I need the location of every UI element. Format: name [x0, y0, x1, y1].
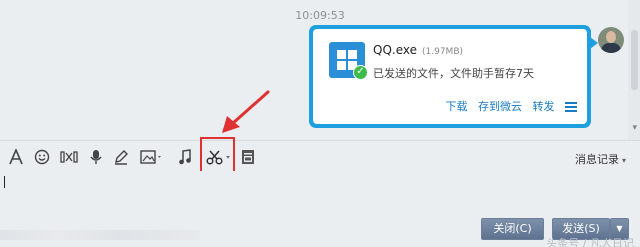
- scissors-highlight-box: [200, 137, 235, 174]
- scrollbar[interactable]: ▾: [628, 0, 640, 140]
- message-timestamp: 10:09:53: [295, 9, 345, 22]
- save-to-cloud-link[interactable]: 存到微云: [478, 100, 522, 113]
- file-name-text: QQ.exe: [373, 43, 417, 57]
- more-menu-icon[interactable]: [565, 100, 577, 114]
- message-history-button[interactable]: 消息记录 ▾: [575, 151, 626, 167]
- input-toolbar: 消息记录 ▾: [0, 141, 640, 171]
- scroll-down-icon[interactable]: ▾: [632, 124, 637, 133]
- forward-link[interactable]: 转发: [533, 100, 555, 113]
- image-icon[interactable]: [140, 149, 164, 165]
- file-size: (1.97MB): [422, 47, 464, 57]
- scrollbar-thumb[interactable]: [631, 30, 638, 90]
- avatar[interactable]: [598, 27, 624, 53]
- emoji-icon[interactable]: [34, 149, 50, 165]
- chevron-down-icon: ▾: [621, 156, 626, 165]
- check-icon: ✓: [353, 65, 368, 80]
- chat-message-area: 10:09:53 ✓ QQ.exe (1.97MB) 已发送的文件，文件助手暂存7…: [0, 0, 640, 140]
- pen-icon[interactable]: [113, 149, 129, 165]
- download-link[interactable]: 下载: [446, 100, 468, 113]
- watermark: 头条号 / 凡人日记: [546, 237, 634, 247]
- file-actions: 下载 存到微云 转发: [439, 98, 577, 114]
- video-clip-icon[interactable]: [60, 149, 78, 165]
- text-cursor: [4, 176, 5, 188]
- close-button[interactable]: 关闭(C): [481, 218, 544, 240]
- blurred-region: [0, 230, 200, 240]
- file-message-bubble[interactable]: ✓ QQ.exe (1.97MB) 已发送的文件，文件助手暂存7天 下载 存到微云…: [309, 25, 598, 128]
- file-name: QQ.exe (1.97MB): [373, 43, 463, 57]
- music-icon[interactable]: [178, 149, 192, 165]
- file-card: ✓ QQ.exe (1.97MB) 已发送的文件，文件助手暂存7天 下载 存到微云…: [313, 29, 587, 124]
- message-input[interactable]: 关闭(C) 发送(S) ▼ 头条号 / 凡人日记: [0, 171, 640, 247]
- bubble-tail: [590, 37, 598, 49]
- shake-icon[interactable]: [241, 149, 255, 165]
- microphone-icon[interactable]: [89, 149, 103, 165]
- font-icon[interactable]: [9, 149, 23, 165]
- file-status-text: 已发送的文件，文件助手暂存7天: [373, 67, 534, 80]
- message-history-label: 消息记录: [574, 153, 619, 166]
